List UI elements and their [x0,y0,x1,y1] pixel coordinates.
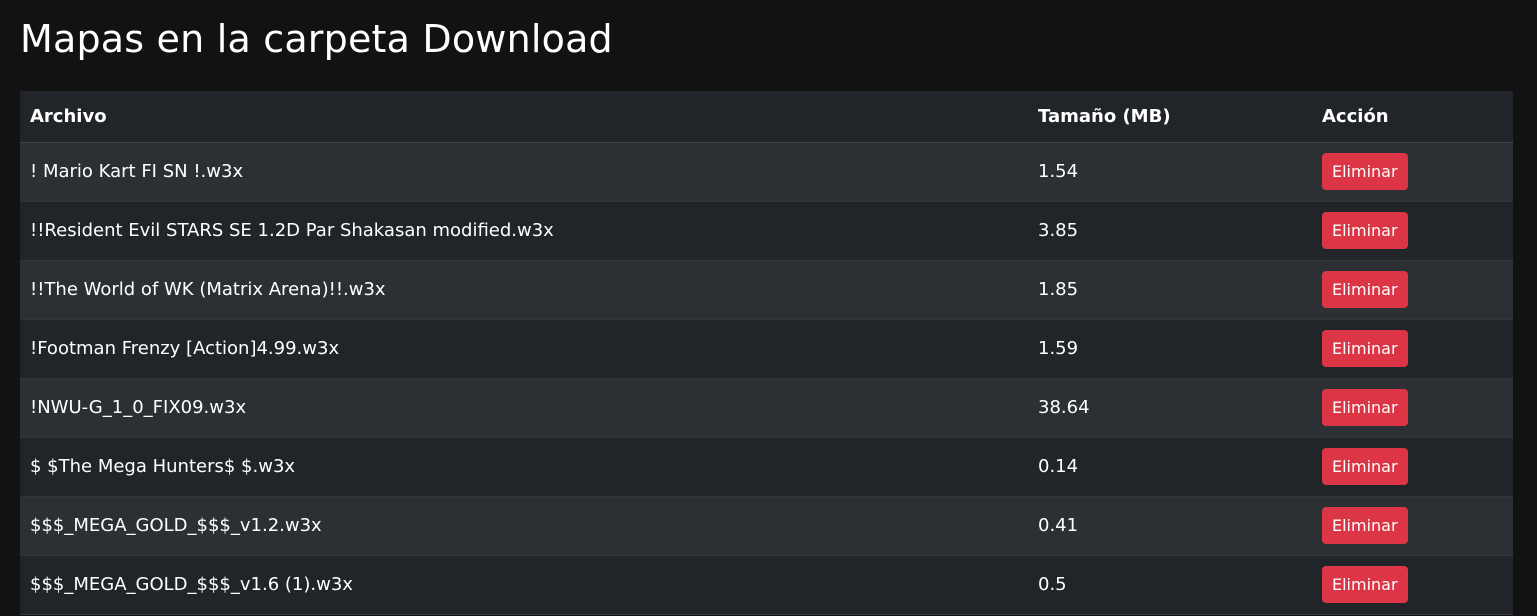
action-cell: Eliminar [1312,378,1513,438]
delete-button[interactable]: Eliminar [1322,271,1408,308]
action-cell: Eliminar [1312,319,1513,379]
table-row: $$$_MEGA_GOLD_$$$_v1.2.w3x 0.41 Eliminar [20,496,1513,556]
delete-button[interactable]: Eliminar [1322,507,1408,544]
file-size-cell: 1.85 [1028,260,1312,320]
file-name-cell: !!Resident Evil STARS SE 1.2D Par Shakas… [20,201,1028,261]
action-cell: Eliminar [1312,260,1513,320]
file-name-cell: ! Mario Kart FI SN !.w3x [20,142,1028,202]
file-size-cell: 1.54 [1028,142,1312,202]
file-size-cell: 0.5 [1028,555,1312,615]
action-cell: Eliminar [1312,496,1513,556]
delete-button[interactable]: Eliminar [1322,566,1408,603]
table-row: $$$_MEGA_GOLD_$$$_v1.6 (1).w3x 0.5 Elimi… [20,555,1513,615]
delete-button[interactable]: Eliminar [1322,330,1408,367]
table-row: $ $The Mega Hunters$ $.w3x 0.14 Eliminar [20,437,1513,497]
file-size-cell: 0.14 [1028,437,1312,497]
file-name-cell: !!The World of WK (Matrix Arena)!!.w3x [20,260,1028,320]
file-name-cell: $$$_MEGA_GOLD_$$$_v1.6 (1).w3x [20,555,1028,615]
column-header-action: Acción [1312,91,1513,143]
file-size-cell: 1.59 [1028,319,1312,379]
delete-button[interactable]: Eliminar [1322,389,1408,426]
action-cell: Eliminar [1312,201,1513,261]
maps-table: Archivo Tamaño (MB) Acción ! Mario Kart … [20,91,1513,615]
column-header-size: Tamaño (MB) [1028,91,1312,143]
file-name-cell: !Footman Frenzy [Action]4.99.w3x [20,319,1028,379]
file-name-cell: !NWU-G_1_0_FIX09.w3x [20,378,1028,438]
delete-button[interactable]: Eliminar [1322,153,1408,190]
table-row: !!The World of WK (Matrix Arena)!!.w3x 1… [20,260,1513,320]
action-cell: Eliminar [1312,437,1513,497]
file-name-cell: $ $The Mega Hunters$ $.w3x [20,437,1028,497]
delete-button[interactable]: Eliminar [1322,448,1408,485]
file-size-cell: 3.85 [1028,201,1312,261]
table-row: ! Mario Kart FI SN !.w3x 1.54 Eliminar [20,142,1513,202]
file-name-cell: $$$_MEGA_GOLD_$$$_v1.2.w3x [20,496,1028,556]
column-header-file: Archivo [20,91,1028,143]
page-title: Mapas en la carpeta Download [20,17,613,61]
table-row: !Footman Frenzy [Action]4.99.w3x 1.59 El… [20,319,1513,379]
action-cell: Eliminar [1312,555,1513,615]
file-size-cell: 0.41 [1028,496,1312,556]
table-header-row: Archivo Tamaño (MB) Acción [20,91,1513,143]
table-row: !NWU-G_1_0_FIX09.w3x 38.64 Eliminar [20,378,1513,438]
table-header: Archivo Tamaño (MB) Acción [20,91,1513,143]
table-body: ! Mario Kart FI SN !.w3x 1.54 Eliminar !… [20,142,1513,615]
table-row: !!Resident Evil STARS SE 1.2D Par Shakas… [20,201,1513,261]
action-cell: Eliminar [1312,142,1513,202]
maps-table-container: Archivo Tamaño (MB) Acción ! Mario Kart … [20,91,1513,615]
delete-button[interactable]: Eliminar [1322,212,1408,249]
file-size-cell: 38.64 [1028,378,1312,438]
